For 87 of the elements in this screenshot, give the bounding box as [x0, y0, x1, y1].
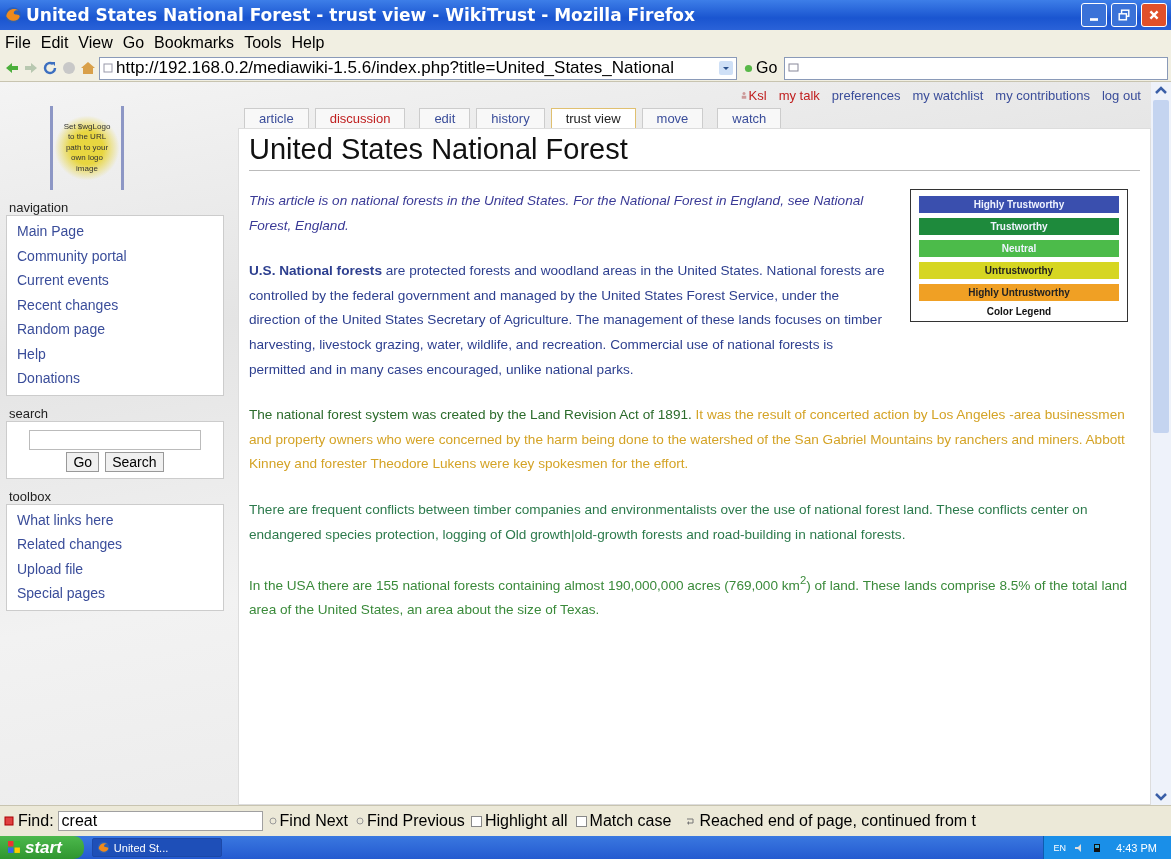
- browser-icon: [4, 6, 22, 24]
- portlet-heading: navigation: [8, 200, 70, 215]
- portlet-heading: toolbox: [8, 488, 52, 504]
- find-status: Reached end of page, continued from t: [699, 812, 977, 830]
- page-tab[interactable]: edit: [419, 108, 471, 128]
- dropdown-icon[interactable]: [719, 61, 733, 75]
- windows-flag-icon: [8, 841, 21, 854]
- user-link[interactable]: log out: [1101, 87, 1141, 103]
- close-icon: [1148, 9, 1160, 21]
- search-button[interactable]: Search: [105, 451, 164, 472]
- sidebar-link[interactable]: Help: [17, 341, 223, 366]
- sidebar-link[interactable]: What links here: [17, 507, 223, 532]
- menu-item[interactable]: View: [78, 33, 113, 52]
- menu-item[interactable]: Tools: [244, 33, 282, 52]
- back-icon[interactable]: [4, 60, 20, 76]
- article-paragraph: In the USA there are 155 national forests containing almost 190,000,000 acres (769,000 km$^{2}$) of land. These lands comprise 8.5% of the total land area of the United States, an area about the size of Texas.: [249, 573, 1129, 620]
- circle-icon: [356, 817, 365, 825]
- legend-entry: Neutral: [919, 240, 1119, 257]
- find-checkbox[interactable]: Highlight all: [470, 812, 568, 830]
- search-field[interactable]: [784, 56, 1168, 80]
- logo-placeholder[interactable]: Set $wgLogo to the URL path to your own logo image: [50, 106, 124, 190]
- home-icon[interactable]: [80, 60, 96, 76]
- taskbar-button[interactable]: United St...: [91, 838, 222, 857]
- menu-item[interactable]: File: [5, 33, 31, 52]
- menu-item[interactable]: Go: [122, 33, 145, 52]
- network-icon[interactable]: [1092, 842, 1103, 853]
- menu-item[interactable]: Bookmarks: [154, 33, 235, 52]
- sidebar-link[interactable]: Special pages: [17, 581, 223, 606]
- page-tab[interactable]: history: [476, 108, 545, 128]
- article-paragraph: This article is on national forests in the United States. For the National Forest in England, see National Forest, England.: [249, 192, 865, 235]
- scroll-down-icon[interactable]: [1155, 793, 1167, 801]
- find-checkbox[interactable]: Match case: [575, 812, 672, 830]
- portlet-heading: search: [8, 405, 50, 421]
- sidebar-link[interactable]: Recent changes: [17, 292, 223, 317]
- address-field[interactable]: http://192.168.0.2/mediawiki-1.5.6/index.php?title=United_States_National: [99, 56, 737, 80]
- user-link[interactable]: my talk: [778, 87, 820, 103]
- page-tab[interactable]: discussion: [314, 108, 406, 128]
- sidebar-link[interactable]: Donations: [17, 366, 223, 391]
- go-button[interactable]: Go: [740, 59, 782, 77]
- window-title: United States National Forest - trust view - WikiTrust - Mozilla Firefox: [26, 5, 696, 25]
- page-tab[interactable]: article: [244, 108, 309, 128]
- legend-entry: Trustworthy: [919, 218, 1119, 235]
- article-paragraph: The national forest system was created by the Land Revision Act of 1891. It was the result of concerted action by Los Angeles -area businessmen and property owners who were concerned by the harm being done to the watershed of the San Gabriel Mountains by ranchers and miners. Abbott Kinney and forester Theodore Lukens were key spokesmen for the effort.: [249, 406, 1126, 474]
- dot-icon: [744, 63, 753, 73]
- legend-entry: Highly Untrustworthy: [919, 284, 1119, 301]
- find-button[interactable]: Find Next: [266, 812, 351, 830]
- page-tab[interactable]: move: [641, 108, 704, 128]
- sidebar-link[interactable]: Main Page: [17, 219, 223, 244]
- article-title: United States National Forest: [249, 133, 1140, 171]
- maximize-icon: [1118, 9, 1130, 21]
- legend-entry: Untrustworthy: [919, 262, 1119, 279]
- reload-icon[interactable]: [42, 60, 58, 76]
- wrap-icon: [685, 816, 696, 826]
- user-icon: [740, 91, 747, 99]
- user-link[interactable]: preferences: [831, 87, 901, 103]
- minimize-button[interactable]: [1081, 3, 1107, 27]
- page-icon: [103, 63, 113, 73]
- article-paragraph: There are frequent conflicts between timber companies and environmentalists over the use of national forest land. These conflicts center on endangered species protection, logging of Old growth|old-growth forests and road-building in national forests.: [249, 500, 1089, 544]
- find-field[interactable]: creat: [57, 811, 263, 831]
- search-input[interactable]: [29, 429, 201, 450]
- page-tab[interactable]: trust view: [550, 108, 636, 128]
- sidebar-link[interactable]: Community portal: [17, 243, 223, 268]
- circle-icon: [268, 817, 277, 825]
- scroll-up-icon[interactable]: [1155, 86, 1167, 94]
- maximize-button[interactable]: [1111, 3, 1137, 27]
- minimize-icon: [1090, 17, 1098, 21]
- clock: 4:43 PM: [1116, 841, 1157, 854]
- close-button[interactable]: [1141, 3, 1167, 27]
- find-button[interactable]: Find Previous: [354, 812, 467, 830]
- sidebar-link[interactable]: Related changes: [17, 532, 223, 557]
- browser-icon: [96, 841, 110, 854]
- legend-entry: Highly Trustworthy: [919, 196, 1119, 213]
- user-link[interactable]: my watchlist: [912, 87, 984, 103]
- user-link[interactable]: Ksl: [748, 87, 767, 103]
- find-label: Find:: [18, 812, 54, 830]
- scrollbar[interactable]: [1151, 82, 1171, 805]
- user-link[interactable]: my contributions: [995, 87, 1090, 103]
- article-paragraph: U.S. National forests are protected forests and woodland areas in the United States. National forests are controlled by the federal government and managed by the United States Forest Service, under the direction of the United States Secretary of Agriculture. The management of these lands focuses on timber harvesting, livestock grazing, water, wildlife, and recreation. Commercial use of national forests is permitted and in many cases encouraged, unlike national parks.: [249, 262, 886, 379]
- legend-caption: Color Legend: [985, 306, 1053, 317]
- menu-item[interactable]: Help: [291, 33, 325, 52]
- sidebar-link[interactable]: Random page: [17, 317, 223, 342]
- search-button[interactable]: Go: [66, 451, 100, 472]
- sidebar-link[interactable]: Current events: [17, 268, 223, 293]
- close-icon[interactable]: [4, 816, 14, 826]
- menu-item[interactable]: Edit: [40, 33, 69, 52]
- page-tab[interactable]: watch: [717, 108, 782, 128]
- sidebar-link[interactable]: Upload file: [17, 556, 223, 581]
